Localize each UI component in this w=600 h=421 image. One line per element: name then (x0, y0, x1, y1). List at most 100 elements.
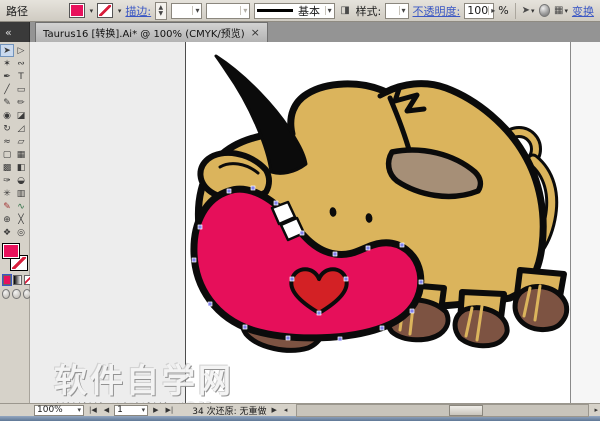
chevron-down-icon: ▾ (531, 7, 535, 15)
eraser-tool[interactable]: ◪ (14, 109, 28, 122)
appearance-options-icon[interactable]: ◨ (339, 3, 352, 18)
line-segment-tool[interactable]: ╱ (0, 83, 14, 96)
anchor-point[interactable] (290, 277, 294, 281)
chevron-down-icon: ▾ (325, 6, 332, 15)
anchor-point[interactable] (400, 243, 404, 247)
live-paint-bucket-tool[interactable]: ✎ (0, 200, 14, 213)
zoom-level-combo[interactable]: 100% ▾ (34, 405, 84, 416)
mesh-tool[interactable]: ▩ (0, 161, 14, 174)
align-icon[interactable]: ▦▾ (554, 3, 568, 18)
chevron-down-icon: ▾ (399, 6, 406, 15)
artboard-tool[interactable]: ⊕ (0, 213, 14, 226)
rectangle-tool[interactable]: ▭ (14, 83, 28, 96)
illustrator-window: 路径 ▾ ▾ 描边: ▲▼ ▾ ▾ 基本 ▾ ◨ 样式: ▾ 不透明度: 100… (0, 0, 600, 421)
brush-name: 基本 (298, 3, 320, 19)
column-graph-tool[interactable]: ▥ (14, 187, 28, 200)
anchor-point[interactable] (410, 309, 414, 313)
anchor-point[interactable] (317, 311, 321, 315)
anchor-point[interactable] (227, 189, 231, 193)
gradient-button[interactable] (13, 275, 21, 285)
bull-rear-right-hoof[interactable] (515, 286, 567, 329)
anchor-point[interactable] (192, 258, 196, 262)
selection-tool[interactable]: ➤ (0, 44, 14, 57)
shape-builder-tool[interactable]: ▢ (0, 148, 14, 161)
anchor-point[interactable] (198, 225, 202, 229)
rotate-tool[interactable]: ↻ (0, 122, 14, 135)
stroke-weight-combo[interactable]: ▾ (171, 3, 203, 19)
watermark: 软件自学网 WWW.RJZXW.COM (54, 354, 234, 403)
horizontal-scrollbar-thumb[interactable] (449, 405, 483, 416)
artboard-number: 1 (117, 405, 123, 415)
anchor-point[interactable] (333, 252, 337, 256)
anchor-point[interactable] (344, 277, 348, 281)
paintbrush-tool[interactable]: ✎ (0, 96, 14, 109)
document-area[interactable]: 软件自学网 WWW.RJZXW.COM (30, 42, 600, 403)
magic-wand-tool[interactable]: ✶ (0, 57, 14, 70)
status-expand-button[interactable]: ▶ (270, 406, 279, 414)
brush-definition-combo[interactable]: 基本 ▾ (254, 3, 334, 19)
live-paint-selection-tool[interactable]: ∿ (14, 200, 28, 213)
fill-dropdown-icon[interactable]: ▾ (90, 7, 94, 15)
anchor-point[interactable] (300, 231, 304, 235)
scroll-left-button[interactable]: ◂ (282, 406, 290, 414)
anchor-point[interactable] (274, 201, 278, 205)
anchor-point[interactable] (338, 337, 342, 341)
fill-indicator[interactable] (2, 243, 20, 259)
pencil-tool[interactable]: ✏ (14, 96, 28, 109)
next-artboard-button[interactable]: ▶ (151, 406, 160, 414)
recolor-artwork-icon[interactable] (539, 4, 550, 17)
stroke-link[interactable]: 描边: (125, 3, 151, 19)
lasso-tool[interactable]: ∾ (14, 57, 28, 70)
select-similar-icon[interactable]: ➤▾ (522, 3, 535, 18)
style-label: 样式: (356, 3, 382, 19)
perspective-grid-tool[interactable]: ▦ (14, 148, 28, 161)
type-tool[interactable]: T (14, 70, 28, 83)
anchor-point[interactable] (251, 186, 255, 190)
status-bar: 100% ▾ |◀ ◀ 1 ▾ ▶ ▶| 34 次还原: 无重做 ▶ ◂ ▸ (0, 403, 600, 416)
paint-style-row (3, 275, 32, 285)
anchor-point[interactable] (380, 326, 384, 330)
zoom-tool[interactable]: ◎ (14, 226, 28, 239)
first-artboard-button[interactable]: |◀ (87, 406, 99, 414)
anchor-point[interactable] (366, 246, 370, 250)
direct-selection-tool[interactable]: ▷ (14, 44, 28, 57)
scale-tool[interactable]: ◿ (14, 122, 28, 135)
chevron-down-icon: ▾ (192, 6, 199, 15)
document-tab[interactable]: Taurus16 [转换].Ai* @ 100% (CMYK/预览) × (35, 22, 268, 42)
last-artboard-button[interactable]: ▶| (164, 406, 176, 414)
color-button[interactable] (3, 275, 11, 285)
slice-tool[interactable]: ╳ (14, 213, 28, 226)
anchor-point[interactable] (286, 336, 290, 340)
hand-tool[interactable]: ❖ (0, 226, 14, 239)
blob-brush-tool[interactable]: ◉ (0, 109, 14, 122)
percent-sign: % (498, 4, 508, 17)
stroke-dropdown-icon[interactable]: ▾ (118, 7, 122, 15)
status-message: 34 次还原: 无重做 (192, 404, 266, 417)
horizontal-scrollbar[interactable] (296, 404, 589, 417)
artboard-number-combo[interactable]: 1 ▾ (114, 405, 148, 416)
opacity-link[interactable]: 不透明度: (413, 3, 461, 19)
stroke-color-swatch[interactable] (97, 3, 113, 18)
gradient-tool[interactable]: ◧ (14, 161, 28, 174)
stroke-weight-stepper[interactable]: ▲▼ (155, 2, 166, 20)
anchor-point[interactable] (243, 325, 247, 329)
scroll-right-button[interactable]: ▸ (592, 406, 600, 414)
toolbox-collapse-button[interactable]: « (0, 22, 30, 42)
style-combo[interactable]: ▾ (385, 3, 408, 19)
transform-link[interactable]: 变换 (572, 3, 594, 19)
anchor-point[interactable] (419, 280, 423, 284)
blend-tool[interactable]: ◒ (14, 174, 28, 187)
width-tool[interactable]: ≈ (0, 135, 14, 148)
draw-behind-button[interactable] (12, 289, 20, 299)
draw-normal-button[interactable] (2, 289, 10, 299)
fill-color-swatch[interactable] (69, 3, 85, 18)
opacity-combo[interactable]: 100▸ (464, 3, 494, 19)
pen-tool[interactable]: ✒ (0, 70, 14, 83)
free-transform-tool[interactable]: ▱ (14, 135, 28, 148)
close-icon[interactable]: × (251, 26, 260, 39)
width-profile-combo[interactable]: ▾ (206, 3, 250, 19)
anchor-point[interactable] (208, 302, 212, 306)
previous-artboard-button[interactable]: ◀ (102, 406, 111, 414)
symbol-sprayer-tool[interactable]: ✳ (0, 187, 14, 200)
eyedropper-tool[interactable]: ✑ (0, 174, 14, 187)
